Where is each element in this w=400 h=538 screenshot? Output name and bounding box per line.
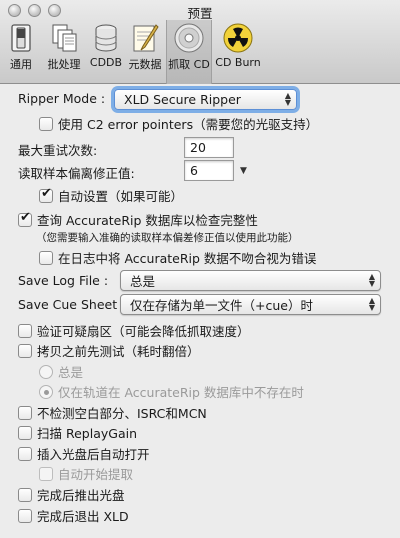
accuraterip-query-checkbox[interactable]	[18, 210, 32, 227]
batch-documents-icon	[52, 24, 77, 52]
replaygain-row[interactable]: 扫描 ReplayGain	[18, 423, 137, 442]
eject-row[interactable]: 完成后推出光盘	[18, 485, 125, 504]
replaygain-label: 扫描 ReplayGain	[37, 426, 137, 441]
auto-set-label: 自动设置（如果可能）	[58, 189, 184, 204]
verify-row[interactable]: 验证可疑扇区（可能会降低抓取速度）	[18, 321, 250, 340]
save-log-select[interactable]: 总是 ▲ ▼	[120, 270, 381, 291]
toolbar-cd-burn-label: CD Burn	[215, 56, 261, 69]
accuraterip-mismatch-checkbox[interactable]	[39, 250, 53, 265]
max-retry-label: 最大重试次数:	[18, 143, 98, 158]
radio-always-label: 总是	[58, 365, 84, 380]
ripper-mode-value: XLD Secure Ripper	[124, 92, 241, 107]
verify-checkbox[interactable]	[18, 323, 32, 338]
general-switch-icon	[11, 24, 31, 52]
offset-label: 读取样本偏离修正值:	[18, 166, 135, 181]
cd-disc-icon	[174, 23, 204, 53]
toolbar-rip-cd[interactable]: 抓取 CD	[166, 20, 212, 84]
toolbar-metadata-label: 元数据	[128, 58, 162, 71]
auto-open-label: 插入光盘后自动打开	[37, 447, 150, 462]
save-cue-label: Save Cue Sheet :	[18, 297, 126, 312]
save-cue-select[interactable]: 仅在存储为单一文件（+cue）时 ▲ ▼	[120, 294, 381, 315]
test-before-row[interactable]: 拷贝之前先测试（耗时翻倍）	[18, 341, 200, 360]
quit-row[interactable]: 完成后退出 XLD	[18, 506, 129, 525]
toolbar-batch-label: 批处理	[47, 58, 81, 71]
c2-label: 使用 C2 error pointers（需要您的光驱支持）	[58, 117, 319, 132]
eject-checkbox[interactable]	[18, 487, 32, 502]
max-retry-input[interactable]: 20	[184, 137, 234, 158]
auto-start-label: 自动开始提取	[58, 467, 134, 482]
metadata-pen-icon	[133, 24, 159, 52]
toolbar-general-label: 通用	[10, 58, 32, 71]
test-before-label: 拷贝之前先测试（耗时翻倍）	[37, 344, 200, 359]
toolbar-cddb-label: CDDB	[89, 56, 123, 69]
no-detect-row[interactable]: 不检测空白部分、ISRC和MCN	[18, 403, 207, 422]
offset-input[interactable]: 6	[184, 160, 234, 181]
offset-row: 读取样本偏离修正值:	[18, 163, 135, 182]
auto-set-row[interactable]: 自动设置（如果可能）	[39, 186, 183, 205]
radio-always-row[interactable]: 总是	[39, 362, 83, 381]
c2-row[interactable]: 使用 C2 error pointers（需要您的光驱支持）	[39, 114, 318, 133]
save-log-label: Save Log File :	[18, 273, 109, 288]
auto-start-row[interactable]: 自动开始提取	[39, 464, 133, 483]
offset-dropdown-icon[interactable]: ▼	[240, 166, 247, 176]
save-cue-row: Save Cue Sheet :	[18, 297, 125, 312]
toolbar-general[interactable]: 通用	[4, 22, 38, 72]
accuraterip-note: （您需要输入准确的读取样本偏差修正值以使用此功能）	[36, 232, 299, 244]
ripper-mode-label: Ripper Mode :	[18, 91, 106, 106]
ripper-mode-select[interactable]: XLD Secure Ripper ▲ ▼	[114, 89, 297, 110]
replaygain-checkbox[interactable]	[18, 425, 32, 440]
auto-open-checkbox[interactable]	[18, 446, 32, 461]
max-retry-row: 最大重试次数:	[18, 140, 97, 159]
popup-arrows-icon: ▲ ▼	[368, 272, 375, 288]
toolbar-cd-burn[interactable]: CD Burn	[214, 22, 262, 72]
offset-value: 6	[190, 163, 198, 178]
preferences-window: 预置 通用 批处理 CDDB 元数据 抓取 CD CD Burn Ripper …	[0, 0, 400, 538]
radio-not-in-db[interactable]	[39, 384, 53, 399]
toolbar-rip-cd-label: 抓取 CD	[168, 58, 210, 71]
eject-label: 完成后推出光盘	[37, 488, 125, 503]
radiation-burn-icon	[223, 23, 253, 53]
accuraterip-mismatch-row[interactable]: 在日志中将 AccurateRip 数据不吻合视为错误	[39, 248, 316, 267]
toolbar-batch[interactable]: 批处理	[44, 22, 84, 72]
save-cue-value: 仅在存储为单一文件（+cue）时	[130, 298, 313, 313]
auto-open-row[interactable]: 插入光盘后自动打开	[18, 444, 150, 463]
ripper-mode-row: Ripper Mode :	[18, 91, 105, 106]
radio-not-in-db-label: 仅在轨道在 AccurateRip 数据库中不存在时	[58, 385, 304, 400]
database-icon	[95, 24, 117, 52]
accuraterip-query-label: 查询 AccurateRip 数据库以检查完整性	[37, 213, 258, 228]
radio-always[interactable]	[39, 364, 53, 379]
accuraterip-mismatch-label: 在日志中将 AccurateRip 数据不吻合视为错误	[58, 251, 317, 266]
c2-checkbox[interactable]	[39, 116, 53, 131]
verify-label: 验证可疑扇区（可能会降低抓取速度）	[37, 324, 250, 339]
accuraterip-note-row: （您需要输入准确的读取样本偏差修正值以使用此功能）	[36, 230, 299, 245]
auto-start-checkbox[interactable]	[39, 466, 53, 481]
toolbar-metadata[interactable]: 元数据	[128, 22, 162, 72]
popup-arrows-icon: ▲ ▼	[284, 91, 291, 107]
quit-label: 完成后退出 XLD	[37, 509, 129, 524]
quit-checkbox[interactable]	[18, 508, 32, 523]
save-log-row: Save Log File :	[18, 273, 108, 288]
title-bar: 预置 通用 批处理 CDDB 元数据 抓取 CD CD Burn	[0, 0, 400, 84]
no-detect-checkbox[interactable]	[18, 405, 32, 420]
max-retry-value: 20	[190, 140, 206, 155]
auto-set-checkbox[interactable]	[39, 186, 53, 203]
radio-not-in-db-row[interactable]: 仅在轨道在 AccurateRip 数据库中不存在时	[39, 382, 304, 401]
popup-arrows-icon: ▲ ▼	[368, 296, 375, 312]
toolbar-cddb[interactable]: CDDB	[88, 22, 124, 72]
test-before-checkbox[interactable]	[18, 343, 32, 358]
accuraterip-query-row[interactable]: 查询 AccurateRip 数据库以检查完整性	[18, 210, 258, 229]
no-detect-label: 不检测空白部分、ISRC和MCN	[37, 406, 207, 421]
save-log-value: 总是	[130, 274, 156, 289]
